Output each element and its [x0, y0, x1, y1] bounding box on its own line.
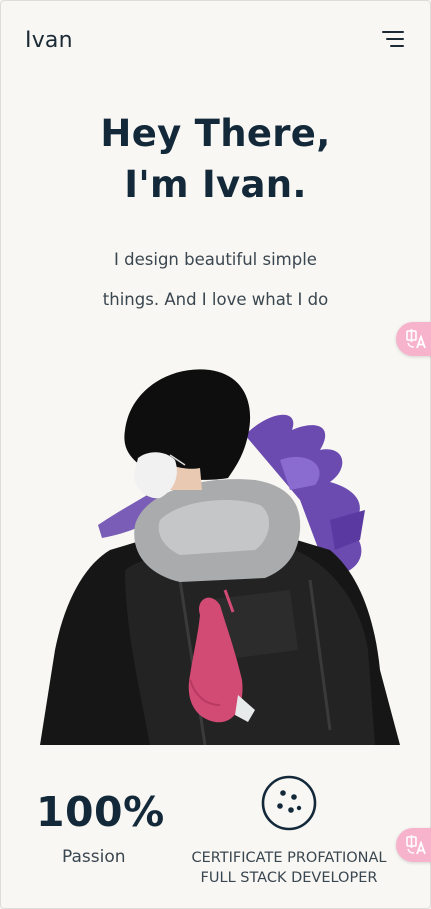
passion-value: 100% [36, 788, 165, 836]
passion-label: Passion [62, 847, 126, 867]
hero-title-line-1: Hey There, [100, 112, 331, 155]
hamburger-menu-icon[interactable] [380, 30, 404, 48]
certificate-line-1: CERTIFICATE PROFATIONAL [191, 850, 387, 866]
portrait-photo [40, 369, 400, 745]
translate-button-bottom[interactable] [396, 828, 431, 862]
certificate-text: CERTIFICATE PROFATIONAL FULL STACK DEVEL… [183, 848, 395, 888]
certificate-line-2: FULL STACK DEVELOPER [200, 870, 378, 886]
site-logo[interactable]: Ivan [25, 28, 73, 53]
hero-subtitle-line-1: I design beautiful simple [114, 250, 317, 269]
hero-title-line-2: I'm Ivan. [124, 163, 307, 206]
translate-icon [406, 835, 426, 855]
translate-icon [406, 329, 426, 349]
hero-subtitle-line-2: things. And I love what I do [102, 290, 329, 309]
cookie-icon [261, 775, 317, 831]
